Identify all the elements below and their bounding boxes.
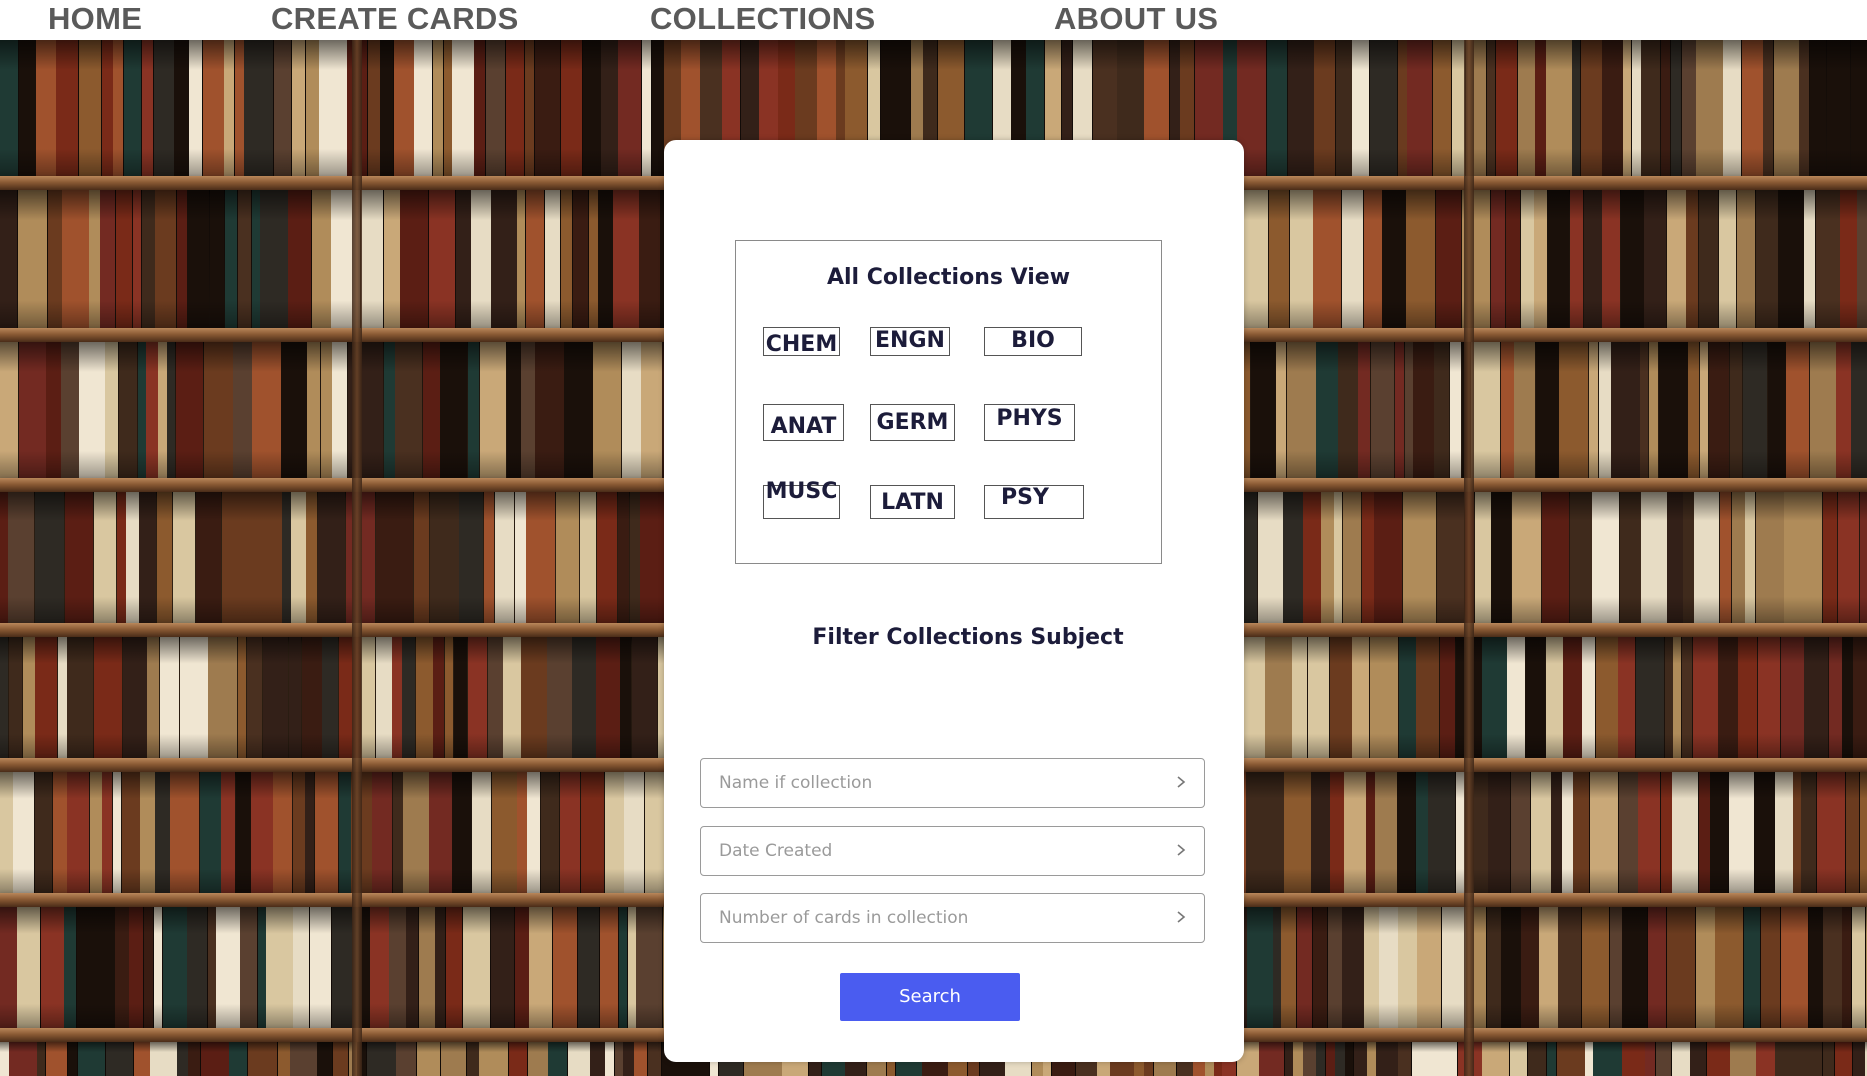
collection-chip-chem[interactable]: CHEM xyxy=(763,327,840,357)
collection-chip-label: CHEM xyxy=(765,332,838,357)
collection-chip-label: PSY xyxy=(1001,485,1049,510)
card-count-placeholder: Number of cards in collection xyxy=(719,908,969,928)
collection-chip-label: ANAT xyxy=(770,414,837,439)
card-count-field[interactable]: Number of cards in collection xyxy=(700,893,1205,943)
collection-chip-label: LATN xyxy=(881,490,944,515)
chevron-right-icon xyxy=(1177,776,1186,788)
nav-about-us[interactable]: ABOUT US xyxy=(1054,1,1218,37)
nav-create-cards[interactable]: CREATE CARDS xyxy=(271,1,519,37)
collection-chip-germ[interactable]: GERM xyxy=(870,404,955,441)
collection-chip-musc[interactable]: MUSC xyxy=(763,479,840,519)
collection-chip-latn[interactable]: LATN xyxy=(870,485,955,519)
filter-title: Filter Collections Subject xyxy=(812,625,1124,650)
date-created-field[interactable]: Date Created xyxy=(700,826,1205,876)
all-collections-box: All Collections View CHEM ENGN BIO ANAT … xyxy=(735,240,1162,564)
collection-chip-label: GERM xyxy=(876,410,949,435)
collection-chip-anat[interactable]: ANAT xyxy=(763,404,844,441)
collection-chip-label: ENGN xyxy=(875,328,945,353)
collection-name-placeholder: Name if collection xyxy=(719,773,873,793)
shelf-post xyxy=(1464,40,1474,1076)
nav-collections[interactable]: COLLECTIONS xyxy=(650,1,875,37)
collections-panel: All Collections View CHEM ENGN BIO ANAT … xyxy=(664,140,1244,1062)
date-created-placeholder: Date Created xyxy=(719,841,833,861)
collection-chip-phys[interactable]: PHYS xyxy=(984,404,1075,441)
top-nav: HOME CREATE CARDS COLLECTIONS ABOUT US xyxy=(0,0,1867,40)
shelf-post xyxy=(352,40,362,1076)
search-button[interactable]: Search xyxy=(840,973,1020,1021)
collection-chip-bio[interactable]: BIO xyxy=(984,327,1082,356)
collection-chip-engn[interactable]: ENGN xyxy=(870,327,950,356)
collection-chip-label: PHYS xyxy=(996,406,1063,431)
collection-chip-label: MUSC xyxy=(765,479,838,504)
collection-chip-psy[interactable]: PSY xyxy=(984,485,1084,519)
collection-name-field[interactable]: Name if collection xyxy=(700,758,1205,808)
nav-home[interactable]: HOME xyxy=(48,1,142,37)
chevron-right-icon xyxy=(1177,911,1186,923)
all-collections-title: All Collections View xyxy=(826,265,1071,290)
collection-chip-label: BIO xyxy=(1011,328,1055,353)
chevron-right-icon xyxy=(1177,844,1186,856)
